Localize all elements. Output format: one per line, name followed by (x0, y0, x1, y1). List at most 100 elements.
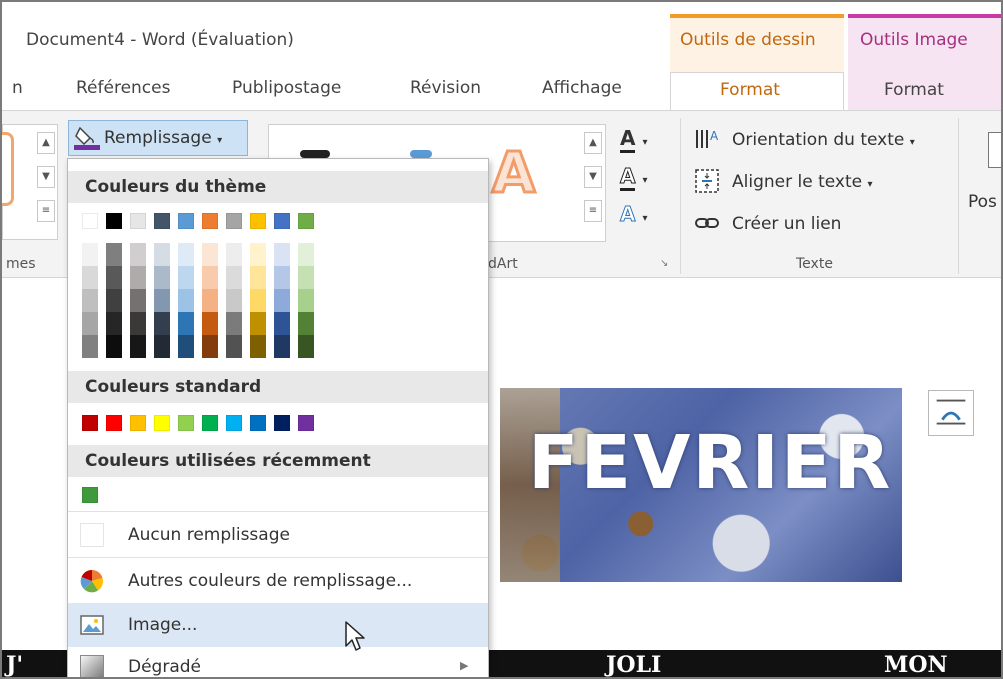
theme-shade-swatch[interactable] (106, 243, 122, 266)
tab-references[interactable]: Références (76, 78, 170, 98)
theme-shade-swatch[interactable] (226, 266, 242, 289)
recent-color-swatch[interactable] (82, 487, 98, 503)
theme-shade-swatch[interactable] (106, 266, 122, 289)
theme-shade-swatch[interactable] (298, 266, 314, 289)
theme-shade-swatch[interactable] (202, 312, 218, 335)
standard-color-swatch[interactable] (106, 415, 122, 431)
tab-mailings[interactable]: Publipostage (232, 78, 341, 98)
theme-shade-swatch[interactable] (298, 335, 314, 358)
theme-shade-swatch[interactable] (274, 312, 290, 335)
theme-shade-swatch[interactable] (82, 312, 98, 335)
standard-color-swatch[interactable] (298, 415, 314, 431)
theme-shade-swatch[interactable] (178, 243, 194, 266)
theme-shade-swatch[interactable] (202, 266, 218, 289)
theme-color-swatch[interactable] (178, 213, 194, 229)
theme-shade-swatch[interactable] (106, 289, 122, 312)
theme-shade-swatch[interactable] (130, 243, 146, 266)
gradient-item[interactable]: Dégradé ▶ (68, 647, 488, 679)
theme-shade-swatch[interactable] (82, 335, 98, 358)
theme-shade-swatch[interactable] (130, 289, 146, 312)
standard-color-swatch[interactable] (82, 415, 98, 431)
text-fill-icon[interactable]: A ▾ (620, 126, 647, 153)
gallery-scroll-up-icon[interactable]: ▲ (37, 132, 55, 154)
wordart-style-preview-a-icon[interactable]: A (490, 144, 536, 203)
layout-options-button[interactable] (928, 390, 974, 436)
theme-color-swatch[interactable] (226, 213, 242, 229)
theme-shade-swatch[interactable] (106, 312, 122, 335)
theme-shade-swatch[interactable] (226, 335, 242, 358)
picture-wordart-text[interactable]: FEVRIER (528, 420, 892, 506)
wordart-style-preview-2[interactable] (410, 150, 432, 158)
theme-shade-swatch[interactable] (154, 266, 170, 289)
theme-color-swatch[interactable] (106, 213, 122, 229)
picture-fill-label[interactable]: Image... (128, 615, 197, 635)
theme-shade-swatch[interactable] (298, 243, 314, 266)
no-fill-item[interactable]: Aucun remplissage (68, 513, 488, 557)
theme-shade-swatch[interactable] (298, 289, 314, 312)
theme-shade-swatch[interactable] (226, 289, 242, 312)
gradient-label[interactable]: Dégradé (128, 657, 201, 677)
theme-color-swatch[interactable] (250, 213, 266, 229)
theme-color-swatch[interactable] (298, 213, 314, 229)
theme-shade-swatch[interactable] (226, 312, 242, 335)
theme-color-swatch[interactable] (130, 213, 146, 229)
create-link-button[interactable]: Créer un lien (732, 214, 841, 234)
dialog-launcher-icon[interactable]: ↘ (660, 258, 668, 269)
theme-shade-swatch[interactable] (82, 266, 98, 289)
theme-shade-swatch[interactable] (298, 312, 314, 335)
theme-shade-swatch[interactable] (178, 289, 194, 312)
theme-shade-swatch[interactable] (82, 289, 98, 312)
standard-color-swatch[interactable] (250, 415, 266, 431)
theme-shade-swatch[interactable] (274, 266, 290, 289)
gallery-scroll-down-icon[interactable]: ▼ (37, 166, 55, 188)
tab-cut-left[interactable]: n (12, 78, 23, 98)
gallery-more-icon[interactable]: ≡ (37, 200, 55, 222)
theme-shade-swatch[interactable] (250, 289, 266, 312)
position-button-label[interactable]: Pos (968, 192, 997, 212)
tab-view[interactable]: Affichage (542, 78, 622, 98)
more-fill-colors-label[interactable]: Autres couleurs de remplissage... (128, 571, 412, 591)
standard-color-swatch[interactable] (130, 415, 146, 431)
tab-format-drawing-label[interactable]: Format (720, 80, 780, 100)
picture-fill-item[interactable]: Image... (68, 603, 488, 647)
wordart-scroll-down-icon[interactable]: ▼ (584, 166, 602, 188)
theme-color-swatch[interactable] (274, 213, 290, 229)
text-direction-button[interactable]: Orientation du texte ▾ (732, 130, 915, 150)
standard-color-swatch[interactable] (274, 415, 290, 431)
theme-shade-swatch[interactable] (202, 243, 218, 266)
theme-shade-swatch[interactable] (274, 243, 290, 266)
text-effects-icon[interactable]: A ▾ (619, 202, 647, 227)
theme-shade-swatch[interactable] (130, 312, 146, 335)
align-text-button[interactable]: Aligner le texte ▾ (732, 172, 873, 192)
standard-color-swatch[interactable] (154, 415, 170, 431)
theme-shade-swatch[interactable] (178, 335, 194, 358)
tab-review[interactable]: Révision (410, 78, 481, 98)
theme-shade-swatch[interactable] (130, 335, 146, 358)
theme-shade-swatch[interactable] (154, 243, 170, 266)
theme-color-swatch[interactable] (82, 213, 98, 229)
theme-shade-swatch[interactable] (250, 266, 266, 289)
theme-shade-swatch[interactable] (274, 289, 290, 312)
theme-shade-swatch[interactable] (202, 289, 218, 312)
standard-color-swatch[interactable] (178, 415, 194, 431)
theme-shade-swatch[interactable] (178, 266, 194, 289)
theme-shade-swatch[interactable] (250, 335, 266, 358)
wordart-style-preview-1[interactable] (300, 150, 330, 158)
theme-shade-swatch[interactable] (130, 266, 146, 289)
theme-color-swatch[interactable] (202, 213, 218, 229)
tab-format-image-label[interactable]: Format (884, 80, 944, 100)
theme-color-swatch[interactable] (154, 213, 170, 229)
theme-shade-swatch[interactable] (82, 243, 98, 266)
theme-shade-swatch[interactable] (250, 312, 266, 335)
text-outline-icon[interactable]: A ▾ (619, 164, 647, 191)
theme-shade-swatch[interactable] (154, 312, 170, 335)
standard-color-swatch[interactable] (226, 415, 242, 431)
theme-shade-swatch[interactable] (202, 335, 218, 358)
wordart-more-icon[interactable]: ≡ (584, 200, 602, 222)
theme-shade-swatch[interactable] (178, 312, 194, 335)
theme-shade-swatch[interactable] (274, 335, 290, 358)
theme-shade-swatch[interactable] (154, 335, 170, 358)
theme-shade-swatch[interactable] (106, 335, 122, 358)
no-fill-label[interactable]: Aucun remplissage (128, 525, 290, 545)
more-fill-colors-item[interactable]: Autres couleurs de remplissage... (68, 559, 488, 603)
